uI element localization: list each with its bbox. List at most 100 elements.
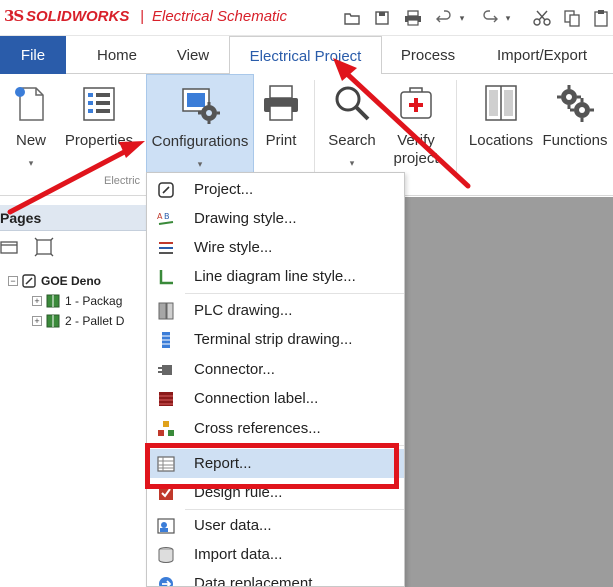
functions-button[interactable]: Functions	[540, 74, 610, 184]
connection-label-icon	[159, 392, 173, 406]
print-label: Print	[265, 132, 297, 149]
ds-logo: 3S	[4, 7, 24, 25]
redo-icon[interactable]	[480, 8, 500, 28]
terminal-strip-icon	[162, 332, 170, 348]
print-ribbon-icon	[264, 85, 298, 121]
menu-item-connector[interactable]: Connector...	[147, 355, 404, 384]
data-replacement-icon	[159, 577, 173, 586]
menu-item-cross-references[interactable]: Cross references...	[147, 414, 404, 443]
drawing-workspace[interactable]	[405, 197, 613, 587]
menu-item-label: Data replacement	[194, 575, 313, 587]
pages-tree: − GOE Deno + 1 - Packag + 2 - Pallet D	[0, 263, 148, 587]
menu-item-import-data[interactable]: Import data...	[147, 540, 404, 569]
tab-electrical-project[interactable]: Electrical Project	[229, 36, 382, 75]
project-book-icon	[22, 274, 36, 288]
search-label: Search	[328, 132, 376, 149]
locations-button[interactable]: Locations	[464, 74, 538, 184]
tab-import-export[interactable]: Import/Export	[478, 36, 606, 74]
menu-item-label: Line diagram line style...	[194, 268, 356, 285]
drawing-style-icon: AB	[157, 212, 174, 225]
paste-icon[interactable]	[591, 8, 611, 28]
tree-root[interactable]: − GOE Deno	[8, 272, 101, 290]
save-icon[interactable]	[372, 8, 392, 28]
copy-icon[interactable]	[561, 8, 583, 28]
functions-icon	[557, 85, 594, 122]
undo-icon[interactable]	[434, 8, 454, 28]
collapse-icon[interactable]: −	[8, 276, 18, 286]
expand-icon[interactable]: +	[32, 316, 42, 326]
menu-item-label: Connection label...	[194, 390, 319, 407]
menu-item-user-data[interactable]: User data...	[147, 511, 404, 540]
menu-separator	[185, 293, 404, 294]
wire-style-icon	[159, 242, 173, 254]
tree-item-label: 2 - Pallet D	[65, 314, 125, 328]
locations-icon	[485, 85, 517, 121]
undo-dropdown-icon[interactable]: ▾	[456, 8, 468, 28]
page-view-icon[interactable]	[34, 237, 54, 260]
menu-item-connection-label[interactable]: Connection label...	[147, 384, 404, 413]
menu-item-label: Terminal strip drawing...	[194, 331, 353, 348]
properties-label: Properties	[64, 132, 134, 149]
tree-item[interactable]: + 1 - Packag	[32, 292, 122, 310]
menu-item-line-diagram[interactable]: Line diagram line style...	[147, 262, 404, 291]
menu-item-drawing-style[interactable]: AB Drawing style...	[147, 204, 404, 233]
collapse-all-icon[interactable]	[0, 237, 20, 260]
pages-panel-header: Pages	[0, 205, 148, 231]
menu-item-terminal-strip[interactable]: Terminal strip drawing...	[147, 325, 404, 354]
expand-icon[interactable]: +	[32, 296, 42, 306]
cut-icon[interactable]	[531, 8, 553, 28]
svg-text:A: A	[157, 212, 163, 221]
configurations-icon	[182, 88, 220, 124]
new-button[interactable]: New ▾	[6, 74, 56, 184]
menu-item-label: Connector...	[194, 361, 275, 378]
locations-label: Locations	[468, 132, 534, 149]
menu-item-label: Drawing style...	[194, 210, 297, 227]
verify-project-label: project	[393, 150, 439, 167]
configurations-button[interactable]: Configurations ▾	[146, 74, 254, 178]
tree-item-label: 1 - Packag	[65, 294, 123, 308]
search-button[interactable]: Search ▾	[322, 74, 382, 184]
print-button[interactable]: Print	[258, 74, 304, 184]
tab-view[interactable]: View	[160, 36, 226, 74]
tab-file[interactable]: File	[0, 36, 66, 74]
ribbon-group-label: Electric	[104, 175, 141, 187]
menu-item-label: Import data...	[194, 546, 283, 563]
menu-item-project[interactable]: Project...	[147, 175, 404, 204]
properties-icon	[83, 87, 115, 121]
verify-project-icon	[400, 87, 432, 119]
pages-toolbar	[0, 231, 148, 263]
brand-separator: |	[140, 8, 144, 25]
configurations-menu: Project... AB Drawing style... Wire styl…	[146, 172, 405, 587]
plc-drawing-icon	[158, 302, 174, 320]
project-icon	[158, 182, 174, 198]
menu-item-data-replacement[interactable]: Data replacement	[147, 569, 404, 587]
import-data-icon	[158, 547, 174, 563]
ribbon-separator	[314, 80, 315, 176]
redo-dropdown-icon[interactable]: ▾	[502, 8, 514, 28]
brand-name: SOLIDWORKS	[26, 8, 130, 25]
configurations-dropdown-icon: ▾	[197, 159, 203, 169]
menu-item-label: Cross references...	[194, 420, 321, 437]
properties-button[interactable]: Properties	[62, 74, 136, 184]
ribbon-separator	[456, 80, 457, 176]
tab-process[interactable]: Process	[390, 36, 466, 74]
print-icon[interactable]	[402, 8, 424, 28]
line-diagram-icon	[159, 270, 173, 285]
tab-home[interactable]: Home	[82, 36, 152, 74]
pages-title: Pages	[0, 210, 42, 226]
ribbon-tabs: File Home View Electrical Project Proces…	[0, 36, 613, 75]
menu-item-wire-style[interactable]: Wire style...	[147, 233, 404, 262]
menu-separator	[185, 509, 404, 510]
verify-label: Verify	[397, 132, 435, 149]
tree-item[interactable]: + 2 - Pallet D	[32, 312, 124, 330]
book-icon	[46, 314, 60, 328]
cross-references-icon	[158, 421, 174, 436]
verify-project-button[interactable]: Verify project	[384, 74, 448, 184]
title-bar: 3S SOLIDWORKS | Electrical Schematic ▾ ▾	[0, 0, 613, 36]
book-icon	[46, 294, 60, 308]
menu-item-plc-drawing[interactable]: PLC drawing...	[147, 296, 404, 325]
open-folder-icon[interactable]	[342, 8, 362, 28]
menu-item-label: PLC drawing...	[194, 302, 293, 319]
menu-item-label: Wire style...	[194, 239, 273, 256]
svg-text:B: B	[164, 212, 170, 221]
